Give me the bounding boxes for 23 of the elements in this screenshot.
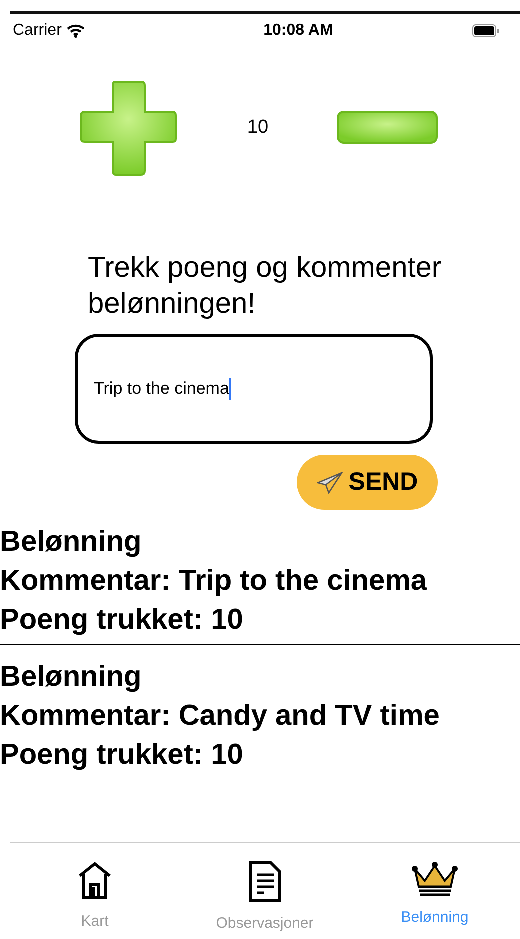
points-counter: 10 (246, 117, 270, 139)
tab[interactable]: Observasjoner (180, 843, 350, 939)
document-icon (248, 861, 282, 903)
entry-title: Belønning (0, 660, 143, 695)
carrier-label: Carrier (13, 22, 62, 40)
tab[interactable]: Belønning (350, 843, 520, 939)
crown-icon (412, 861, 458, 897)
entry-comment: Kommentar: Candy and TV time (0, 699, 441, 734)
minus-button[interactable] (337, 111, 438, 145)
comment-field[interactable]: Trip to the cinema (75, 334, 433, 444)
tab[interactable]: Kart (10, 843, 180, 939)
entry-comment: Kommentar: Trip to the cinema (0, 564, 428, 599)
wifi-icon (66, 24, 85, 38)
battery-icon (472, 24, 500, 38)
entry-points: Poeng trukket: 10 (0, 738, 244, 773)
plus-button[interactable] (79, 78, 179, 178)
house-icon (77, 861, 113, 901)
instruction-heading: Trekk poeng og kommenter belønningen! (88, 251, 443, 322)
paper-plane-icon (316, 472, 343, 494)
clock: 10:08 AM (264, 22, 334, 40)
entry-points: Poeng trukket: 10 (0, 603, 244, 638)
send-button[interactable]: SEND (297, 455, 438, 510)
entry-title: Belønning (0, 525, 143, 560)
